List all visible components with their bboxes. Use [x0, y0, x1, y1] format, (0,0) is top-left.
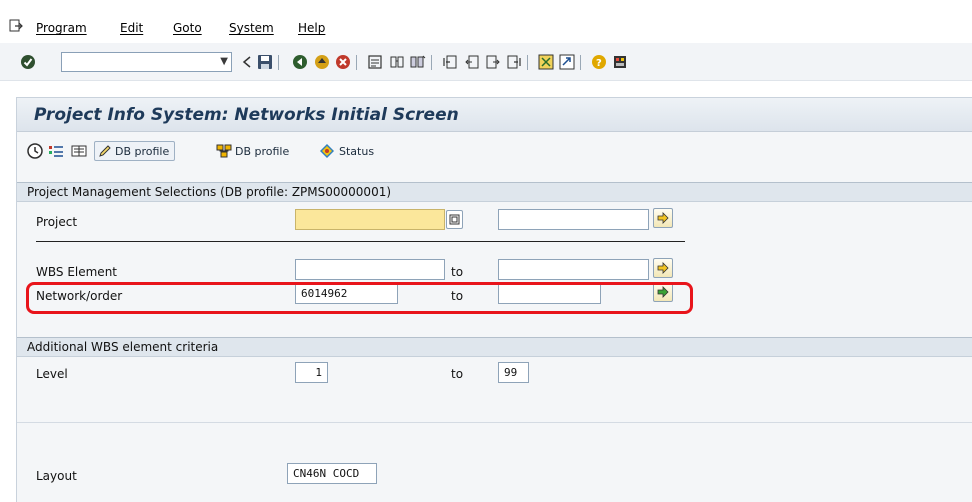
- menu-goto[interactable]: Goto: [173, 21, 202, 35]
- status-label: Status: [339, 144, 375, 158]
- save-icon[interactable]: [256, 53, 274, 71]
- db-profile-edit-label: DB profile: [115, 144, 170, 158]
- menu-help[interactable]: Help: [298, 21, 325, 35]
- back-icon[interactable]: [291, 53, 309, 71]
- possible-entries-icon[interactable]: [446, 210, 463, 229]
- additional-wbs-group: Additional WBS element criteria Level 1 …: [17, 337, 972, 391]
- layout-input[interactable]: CN46N COCD: [287, 463, 377, 484]
- svg-text:?: ?: [596, 58, 602, 69]
- execute-button[interactable]: [27, 141, 46, 161]
- project-label: Project: [36, 215, 78, 229]
- status-icon: [320, 144, 334, 158]
- layout-label: Layout: [36, 469, 77, 483]
- pencil-icon: [99, 145, 111, 157]
- arrow-right-icon: [657, 262, 669, 274]
- layout-group: Layout CN46N COCD: [17, 422, 972, 502]
- menu-edit[interactable]: Edit: [120, 21, 143, 35]
- level-from-input[interactable]: 1: [295, 362, 328, 383]
- db-profile-edit-button[interactable]: DB profile: [94, 141, 176, 161]
- wbs-multiple-selection-button[interactable]: [653, 258, 673, 278]
- wbs-from-input[interactable]: [295, 259, 445, 280]
- command-field[interactable]: ▼: [61, 52, 232, 72]
- toolbar-separator: [278, 55, 279, 70]
- toolbar-separator: [431, 55, 432, 70]
- separator-line: [36, 241, 685, 242]
- find-icon[interactable]: [388, 53, 406, 71]
- selection-options-button[interactable]: [48, 141, 67, 161]
- last-page-icon[interactable]: [505, 53, 523, 71]
- pm-selections-header: Project Management Selections (DB profil…: [17, 183, 972, 202]
- toolbar-separator: [580, 55, 581, 70]
- db-profile-label: DB profile: [235, 144, 290, 158]
- execute-clock-icon: [27, 143, 43, 159]
- selection-options-icon: [49, 146, 63, 157]
- print-list-button[interactable]: [71, 141, 90, 161]
- wbs-to-input[interactable]: [498, 259, 649, 280]
- db-profile-button[interactable]: DB profile: [216, 141, 289, 161]
- collapse-toolbar-icon[interactable]: [238, 53, 256, 71]
- application-toolbar: DB profile DB profile Status: [17, 133, 972, 169]
- arrow-right-icon: [657, 212, 669, 224]
- toolbar-separator: [527, 55, 528, 70]
- page-title: Project Info System: Networks Initial Sc…: [34, 105, 459, 125]
- new-session-icon[interactable]: [537, 53, 555, 71]
- enter-icon[interactable]: [20, 54, 36, 70]
- status-button[interactable]: Status: [318, 141, 374, 161]
- wbs-to-label: to: [451, 265, 464, 279]
- standard-toolbar: ▼ ?: [0, 43, 972, 81]
- help-icon[interactable]: ?: [590, 53, 608, 71]
- menu-bar: Program Edit Goto System Help: [0, 14, 972, 42]
- exit-icon[interactable]: [313, 53, 331, 71]
- project-to-input[interactable]: [498, 209, 649, 230]
- menu-exit-icon[interactable]: [9, 19, 23, 33]
- layout-menu-icon[interactable]: [611, 53, 629, 71]
- wbs-element-label: WBS Element: [36, 265, 117, 279]
- toolbar-separator: [356, 55, 357, 70]
- print-icon[interactable]: [366, 53, 384, 71]
- prev-page-icon[interactable]: [463, 53, 481, 71]
- menu-program[interactable]: Program: [36, 21, 87, 35]
- next-page-icon[interactable]: [484, 53, 502, 71]
- first-page-icon[interactable]: [441, 53, 459, 71]
- print-list-icon: [71, 145, 87, 157]
- cancel-icon[interactable]: [334, 53, 352, 71]
- project-multiple-selection-button[interactable]: [653, 208, 673, 228]
- command-input[interactable]: [62, 53, 212, 71]
- find-next-icon[interactable]: [409, 53, 427, 71]
- additional-wbs-header: Additional WBS element criteria: [17, 338, 972, 357]
- menu-system[interactable]: System: [229, 21, 274, 35]
- level-to-label: to: [451, 367, 464, 381]
- shortcut-icon[interactable]: [558, 53, 576, 71]
- dropdown-arrow-icon[interactable]: ▼: [220, 56, 228, 67]
- level-label: Level: [36, 367, 68, 381]
- project-from-input[interactable]: [295, 209, 445, 230]
- title-bar: Project Info System: Networks Initial Sc…: [17, 98, 972, 132]
- highlight-annotation: [26, 282, 693, 314]
- level-to-input[interactable]: 99: [498, 362, 529, 383]
- hierarchy-icon: [216, 144, 232, 158]
